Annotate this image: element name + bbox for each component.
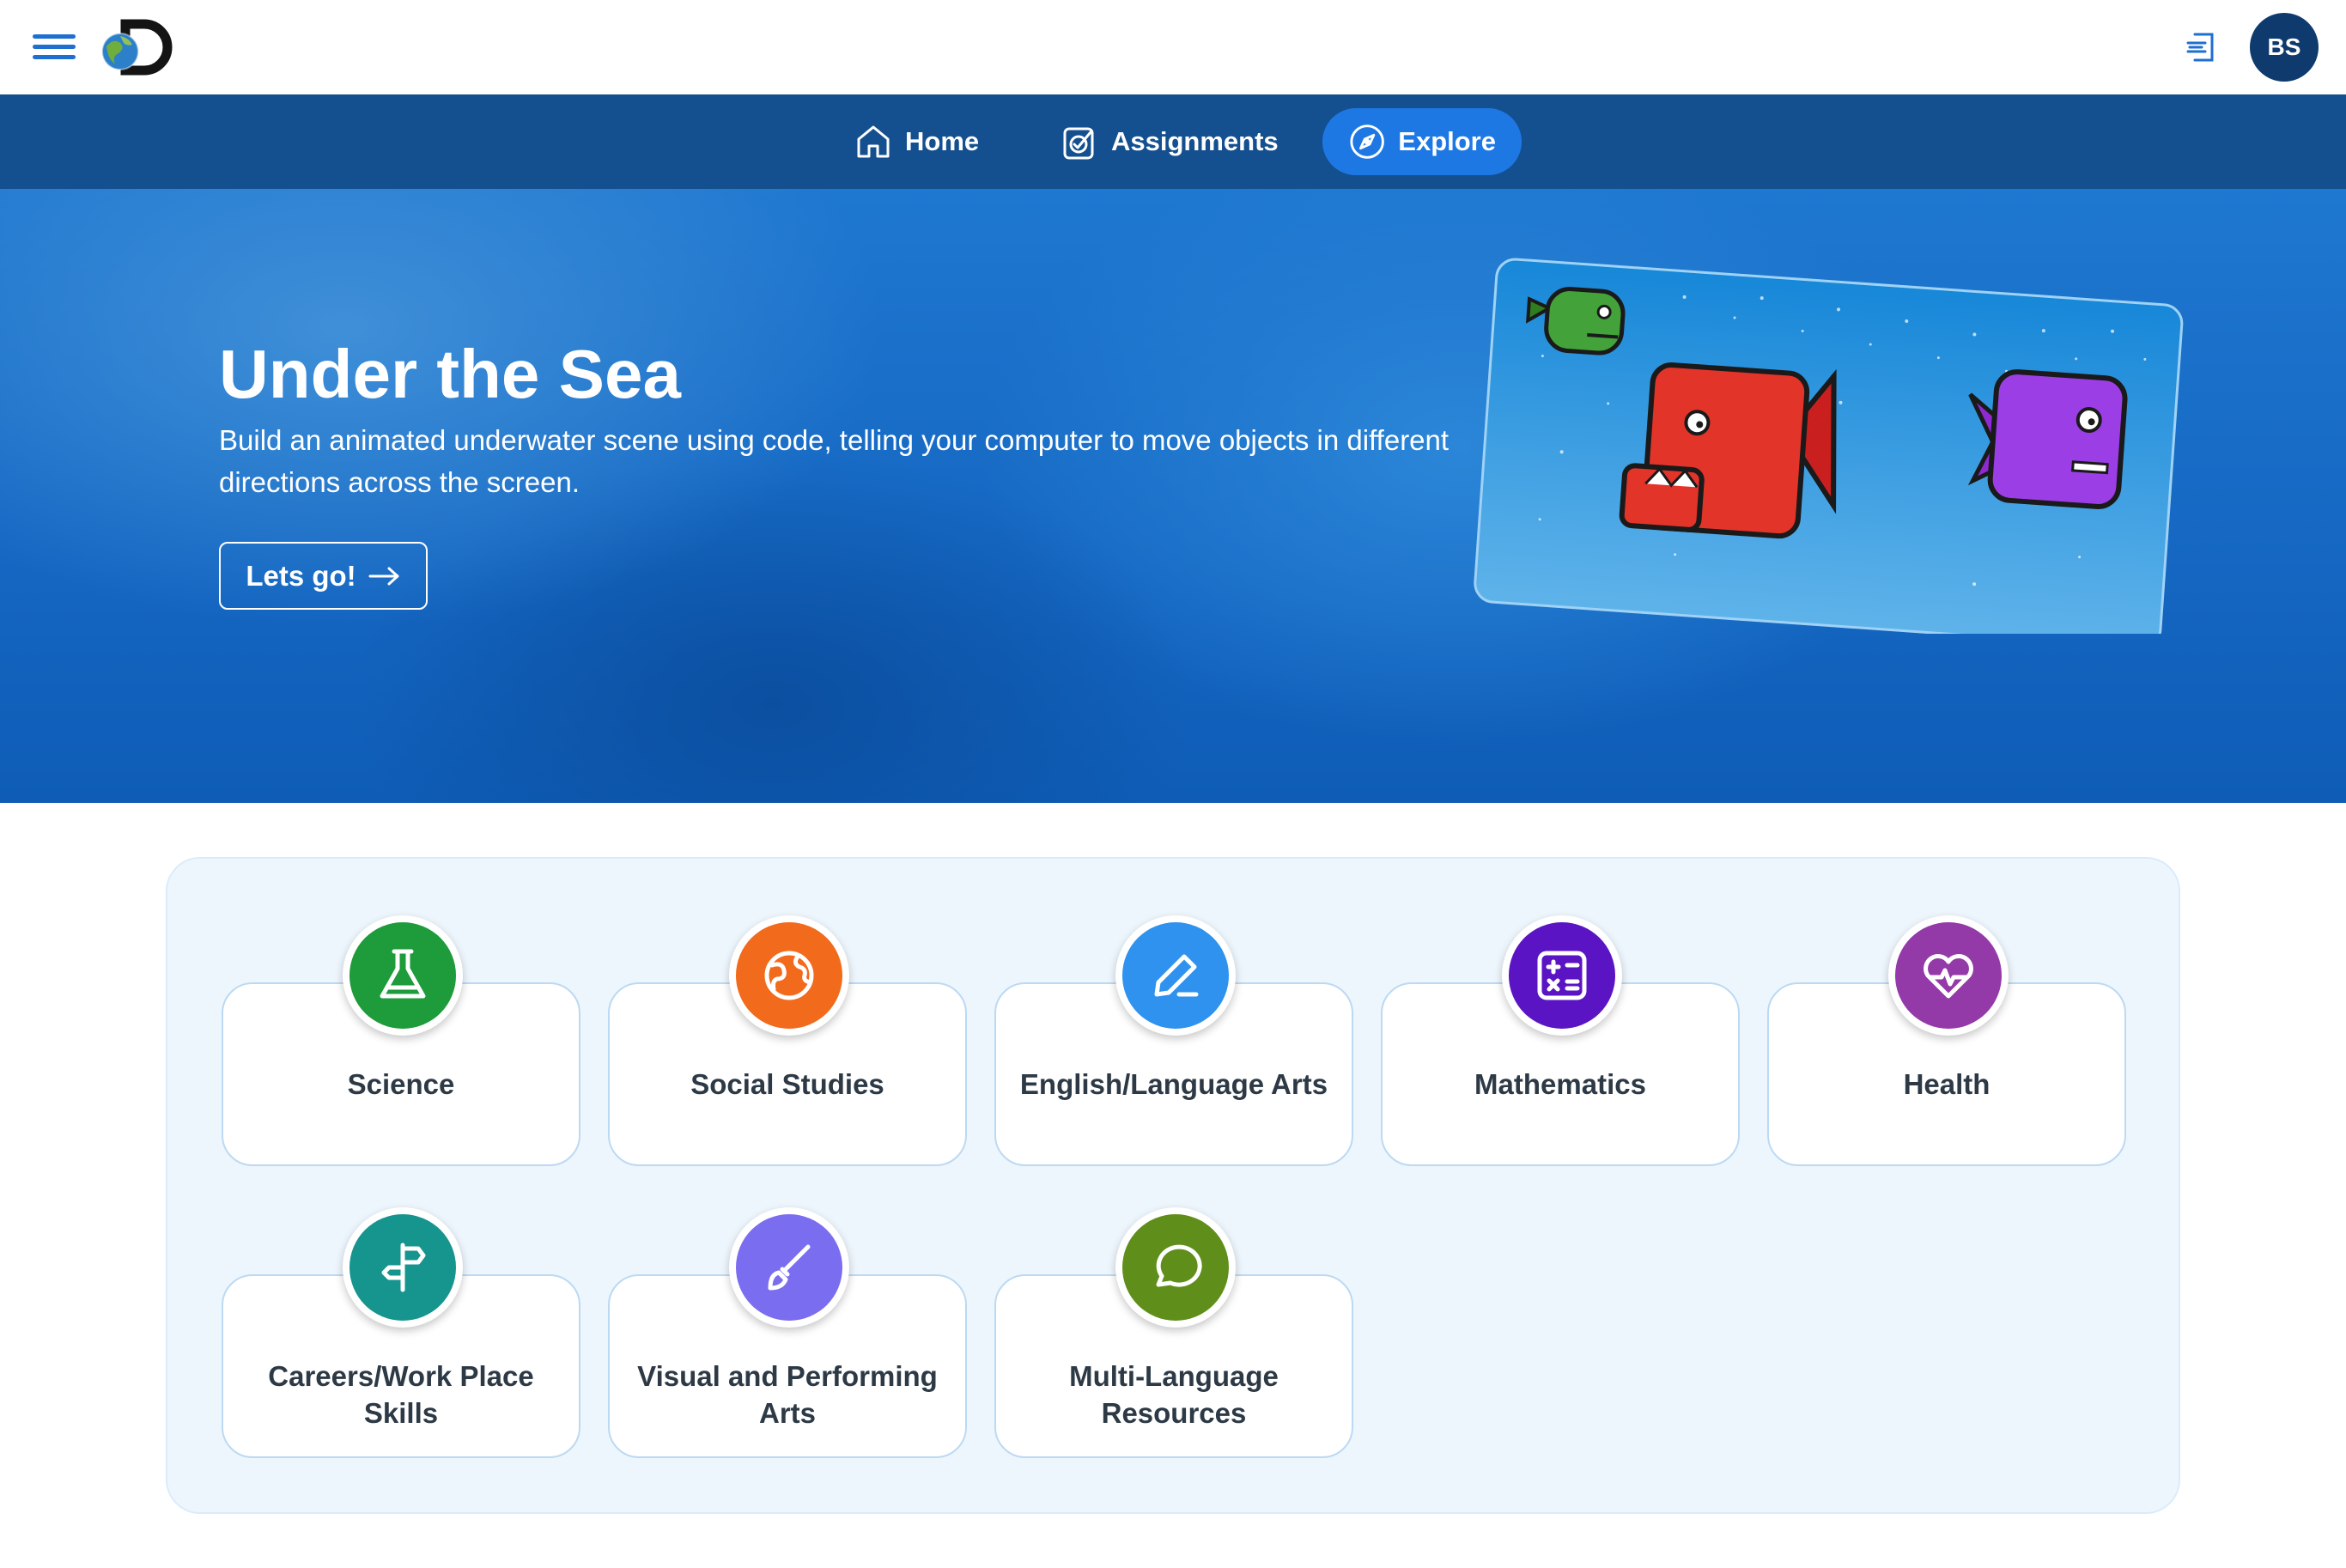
avatar[interactable]: BS	[2250, 13, 2319, 82]
signpost-icon	[381, 1243, 426, 1292]
compass-icon	[1350, 125, 1384, 159]
subject-label: Multi-Language Resources	[1069, 1360, 1279, 1429]
subject-badge	[1888, 915, 2009, 1036]
nav-explore[interactable]: Explore	[1322, 108, 1522, 175]
arts-badge	[736, 1214, 842, 1321]
hero-title: Under the Sea	[219, 336, 681, 412]
careers-badge	[349, 1214, 456, 1321]
subject-badge	[343, 915, 463, 1036]
hero-banner: Under the Sea Build an animated underwat…	[0, 189, 2346, 803]
subject-badge	[343, 1207, 463, 1328]
top-bar: BS	[0, 0, 2346, 94]
subject-card-science[interactable]: Science	[222, 915, 580, 1166]
chat-bubble-icon	[1156, 1244, 1202, 1287]
mathematics-badge	[1509, 922, 1615, 1029]
subject-badge	[729, 915, 849, 1036]
subjects-panel: Science Social Studies English/Language …	[166, 857, 2180, 1514]
globe-icon	[764, 951, 814, 1000]
nav-home-label: Home	[905, 126, 980, 156]
menu-icon[interactable]	[33, 31, 77, 64]
nav-assignments-label: Assignments	[1111, 126, 1279, 156]
paintbrush-icon	[768, 1244, 811, 1291]
flask-icon	[380, 949, 426, 999]
assignments-icon	[1063, 127, 1094, 160]
main-nav: Home Assignments Explore	[0, 94, 2346, 189]
arrow-right-icon	[368, 567, 399, 585]
pencil-icon	[1154, 954, 1199, 997]
nav-explore-label: Explore	[1398, 126, 1496, 156]
subject-card-careers[interactable]: Careers/Work Place Skills	[222, 1207, 580, 1458]
social-studies-badge	[736, 922, 842, 1029]
exit-icon[interactable]	[2183, 29, 2219, 65]
subject-card-english-language-arts[interactable]: English/Language Arts	[994, 915, 1353, 1166]
subject-card-multi-language[interactable]: Multi-Language Resources	[994, 1207, 1353, 1458]
home-icon	[857, 125, 890, 158]
subject-label: Visual and Performing Arts	[637, 1360, 938, 1429]
health-badge	[1895, 922, 2002, 1029]
subject-badge	[729, 1207, 849, 1328]
discovery-logo[interactable]	[94, 17, 180, 77]
heart-pulse-icon	[1924, 954, 1973, 999]
nav-home[interactable]: Home	[828, 108, 1005, 175]
subject-label: Social Studies	[690, 1068, 884, 1100]
subject-label: Mathematics	[1474, 1068, 1646, 1100]
calculator-icon	[1537, 951, 1587, 1000]
under-the-sea-illustration[interactable]	[1468, 256, 2190, 634]
multi-language-badge	[1122, 1214, 1229, 1321]
lets-go-label: Lets go!	[246, 559, 356, 592]
subject-label: Health	[1903, 1068, 1990, 1100]
science-badge	[349, 922, 456, 1029]
subject-label: English/Language Arts	[1019, 1068, 1328, 1100]
subject-label: Science	[347, 1068, 455, 1100]
subject-badge	[1115, 915, 1236, 1036]
subject-card-visual-performing-arts[interactable]: Visual and Performing Arts	[608, 1207, 967, 1458]
subject-card-mathematics[interactable]: Mathematics	[1381, 915, 1740, 1166]
subject-badge	[1502, 915, 1622, 1036]
subject-label: Careers/Work Place Skills	[268, 1360, 534, 1429]
subject-card-social-studies[interactable]: Social Studies	[608, 915, 967, 1166]
hero-description: Build an animated underwater scene using…	[219, 424, 1450, 498]
english-badge	[1122, 922, 1229, 1029]
subject-card-health[interactable]: Health	[1767, 915, 2126, 1166]
nav-assignments[interactable]: Assignments	[1034, 108, 1304, 175]
lets-go-button[interactable]: Lets go!	[219, 542, 428, 610]
subject-badge	[1115, 1207, 1236, 1328]
